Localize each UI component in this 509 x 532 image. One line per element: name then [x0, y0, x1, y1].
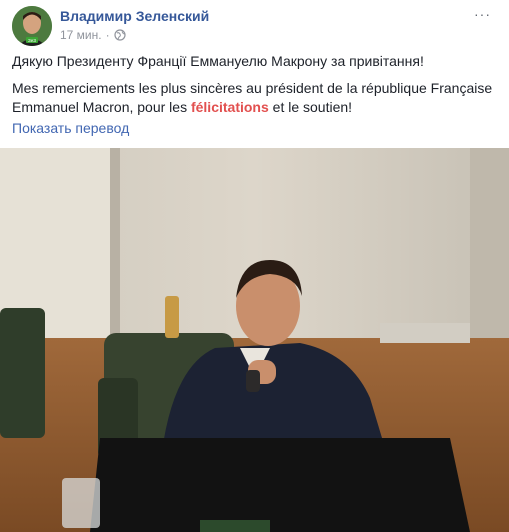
- facebook-post: ЗеЗ Владимир Зеленский 17 мин. · ··· Дяк…: [0, 0, 509, 532]
- more-options-button[interactable]: ···: [474, 6, 491, 22]
- globe-icon[interactable]: [114, 29, 126, 41]
- post-text-ukrainian: Дякую Президенту Франції Еммануелю Макро…: [12, 53, 424, 69]
- avatar-badge-text: ЗеЗ: [28, 38, 36, 43]
- french-text-part2: et le soutien!: [268, 99, 353, 115]
- post-text: Дякую Президенту Франції Еммануелю Макро…: [12, 52, 497, 125]
- meta-separator: ·: [105, 28, 110, 42]
- post-meta: 17 мин. ·: [60, 28, 126, 42]
- post-photo[interactable]: [0, 148, 509, 532]
- avatar-image: ЗеЗ: [12, 6, 52, 46]
- see-translation-link[interactable]: Показать перевод: [12, 120, 129, 136]
- highlighted-word: félicitations: [190, 99, 269, 115]
- post-text-french: Mes remerciements les plus sincères au p…: [12, 79, 497, 117]
- post-time[interactable]: 17 мин.: [60, 28, 102, 42]
- post-header: ЗеЗ Владимир Зеленский 17 мин. · ···: [12, 6, 509, 46]
- photo-image: [0, 148, 509, 532]
- author-avatar[interactable]: ЗеЗ: [12, 6, 52, 46]
- author-name[interactable]: Владимир Зеленский: [60, 8, 209, 24]
